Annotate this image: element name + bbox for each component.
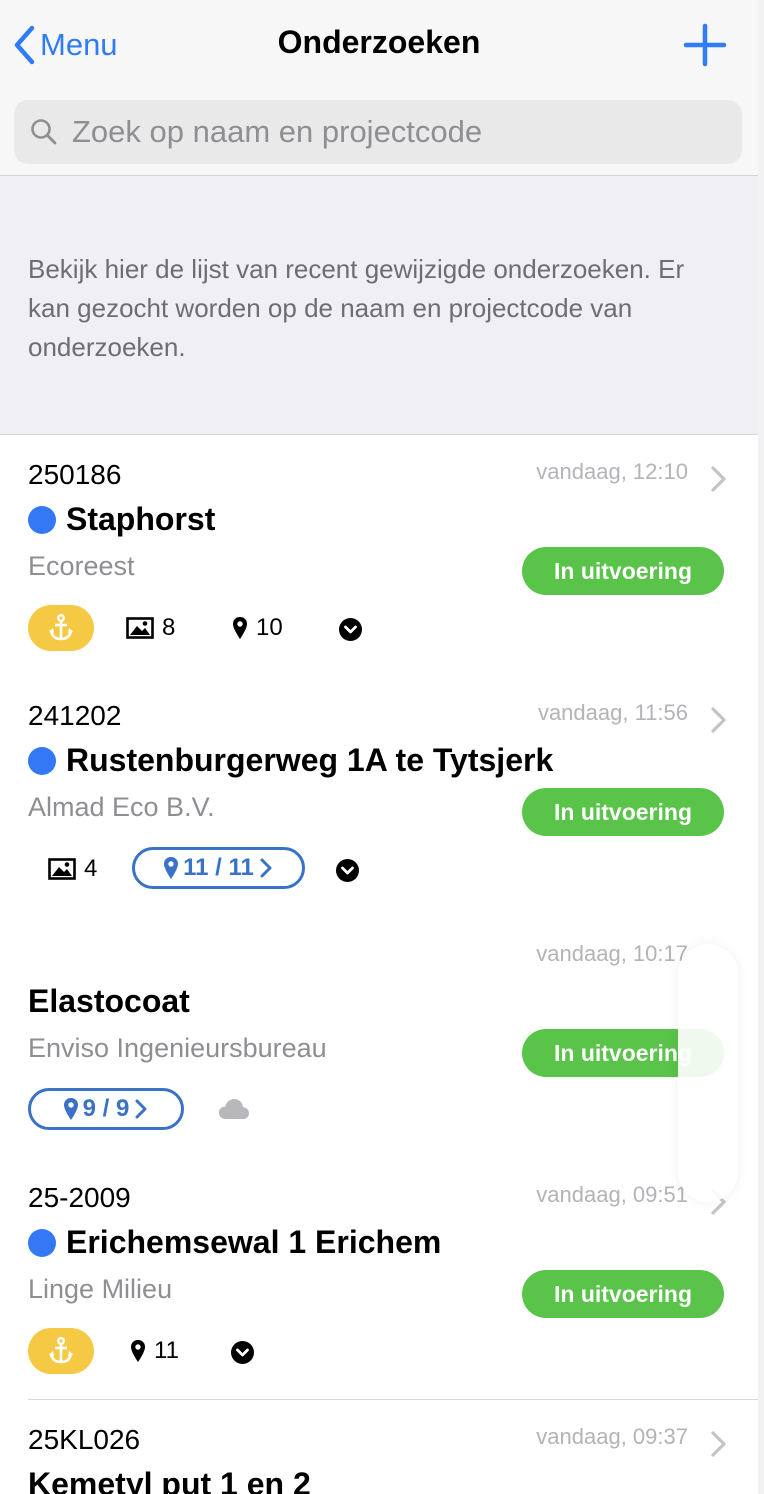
locations-progress-value: 9 / 9 bbox=[82, 1095, 130, 1122]
photo-count: 4 bbox=[48, 855, 97, 883]
name-row: Elastocoat bbox=[28, 983, 190, 1020]
info-panel: Bekijk hier de lijst van recent gewijzig… bbox=[0, 176, 758, 435]
name-row: Kemetyl put 1 en 2 bbox=[28, 1466, 311, 1494]
modified-date: vandaag, 12:10 bbox=[536, 459, 688, 484]
company-name: Ecoreest bbox=[28, 551, 135, 581]
project-name: Rustenburgerweg 1A te Tytsjerk bbox=[66, 742, 554, 778]
name-row: Rustenburgerweg 1A te Tytsjerk bbox=[28, 742, 553, 779]
search-input[interactable] bbox=[72, 114, 712, 150]
project-name: Staphorst bbox=[66, 501, 216, 537]
status-badge: In uitvoering bbox=[522, 788, 724, 836]
chevron-right-icon bbox=[711, 466, 726, 492]
project-code: 250186 bbox=[28, 459, 122, 490]
expand-icon[interactable] bbox=[231, 1341, 254, 1364]
anchor-button[interactable] bbox=[28, 605, 94, 651]
company-name: Linge Milieu bbox=[28, 1274, 173, 1304]
modified-date: vandaag, 11:56 bbox=[537, 700, 688, 725]
locations-progress-pill[interactable]: 9 / 9 bbox=[28, 1088, 184, 1130]
map-pin-icon bbox=[63, 1098, 78, 1120]
modified-date: vandaag, 09:51 bbox=[536, 1182, 688, 1207]
modified-date: vandaag, 09:37 bbox=[536, 1424, 688, 1449]
status-badge: In uitvoering bbox=[522, 547, 724, 595]
expand-icon[interactable] bbox=[336, 859, 359, 882]
list-item[interactable]: 25-2009 vandaag, 09:51 Erichemsewal 1 Er… bbox=[0, 1158, 758, 1400]
name-row: Erichemsewal 1 Erichem bbox=[28, 1224, 441, 1261]
info-text: Bekijk hier de lijst van recent gewijzig… bbox=[28, 254, 685, 362]
search-icon bbox=[31, 119, 57, 145]
anchor-icon bbox=[49, 1337, 73, 1364]
scroll-indicator[interactable] bbox=[678, 944, 738, 1202]
project-name: Erichemsewal 1 Erichem bbox=[66, 1224, 442, 1260]
status-dot bbox=[28, 746, 56, 775]
project-code: 25-2009 bbox=[28, 1182, 131, 1213]
chevron-right-icon bbox=[711, 1431, 726, 1457]
plus-icon[interactable] bbox=[682, 22, 728, 68]
map-pin-icon bbox=[131, 1340, 145, 1362]
list-item[interactable]: 241202 vandaag, 11:56 Rustenburgerweg 1A… bbox=[0, 676, 758, 918]
list-item[interactable]: vandaag, 10:17 Elastocoat Enviso Ingenie… bbox=[0, 917, 758, 1159]
image-icon bbox=[48, 858, 76, 880]
locations-progress-pill[interactable]: 11 / 11 bbox=[132, 847, 305, 889]
search-bar[interactable] bbox=[14, 100, 742, 164]
company-name: Enviso Ingenieursbureau bbox=[28, 1033, 327, 1063]
project-name: Elastocoat bbox=[28, 983, 190, 1019]
location-count: 11 bbox=[130, 1337, 179, 1365]
company-name: Almad Eco B.V. bbox=[28, 792, 215, 822]
list-item[interactable]: 250186 vandaag, 12:10 Staphorst Ecoreest… bbox=[0, 435, 758, 677]
location-count: 10 bbox=[232, 614, 283, 642]
map-pin-icon bbox=[164, 857, 179, 879]
cloud-icon bbox=[219, 1099, 249, 1119]
status-badge: In uitvoering bbox=[522, 1270, 724, 1318]
photo-count-value: 8 bbox=[162, 614, 176, 641]
chevron-right-icon bbox=[135, 1099, 147, 1119]
add-button[interactable] bbox=[682, 22, 728, 68]
page-edge bbox=[758, 0, 764, 1494]
project-code: 25KL026 bbox=[28, 1424, 141, 1455]
status-dot bbox=[28, 505, 56, 534]
anchor-icon bbox=[49, 614, 73, 641]
location-count-value: 11 bbox=[154, 1337, 179, 1364]
anchor-button[interactable] bbox=[28, 1328, 94, 1374]
modified-date: vandaag, 10:17 bbox=[536, 941, 688, 966]
list-item[interactable]: 25KL026 vandaag, 09:37 Kemetyl put 1 en … bbox=[0, 1400, 758, 1494]
status-dot bbox=[28, 1228, 56, 1257]
project-code: 241202 bbox=[28, 700, 122, 731]
page-title: Onderzoeken bbox=[277, 24, 481, 60]
location-count-value: 10 bbox=[256, 614, 283, 641]
map-pin-icon bbox=[233, 617, 247, 639]
expand-icon[interactable] bbox=[339, 618, 362, 641]
navigation-bar: Menu Onderzoeken bbox=[0, 0, 758, 176]
photo-count-value: 4 bbox=[84, 855, 98, 882]
chevron-right-icon bbox=[711, 707, 726, 733]
chevron-right-icon bbox=[260, 858, 272, 878]
project-name: Kemetyl put 1 en 2 bbox=[28, 1466, 311, 1494]
photo-count: 8 bbox=[126, 614, 175, 642]
name-row: Staphorst bbox=[28, 501, 215, 538]
image-icon bbox=[126, 617, 154, 639]
locations-progress-value: 11 / 11 bbox=[183, 854, 254, 881]
